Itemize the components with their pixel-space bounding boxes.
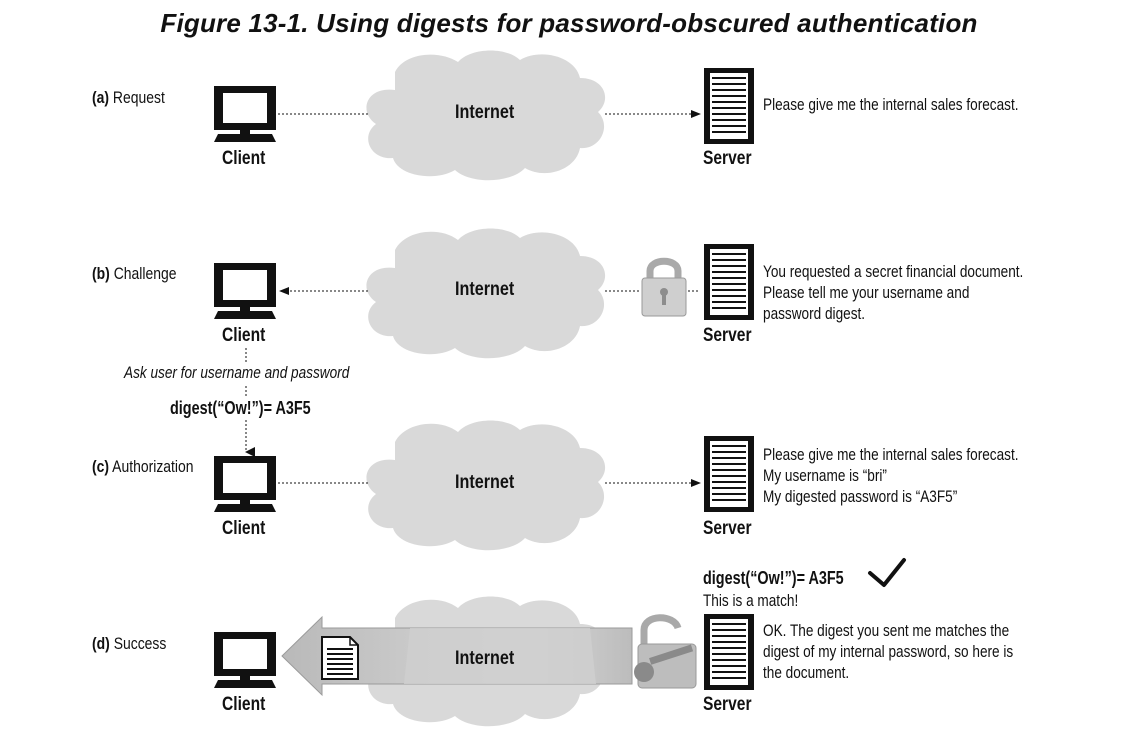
row-name: Success: [113, 634, 167, 653]
server-message: Please give me the internal sales foreca…: [763, 95, 1019, 114]
client-computer-icon-c: [214, 456, 276, 512]
row-letter: (b): [92, 264, 110, 283]
server-label: Server: [703, 518, 752, 539]
internet-label: Internet: [455, 472, 515, 493]
server-label: Server: [703, 148, 752, 169]
match-note: This is a match!: [703, 591, 799, 610]
row-name: Challenge: [113, 264, 177, 283]
row-label-request: (a) Request: [92, 88, 165, 108]
server-tower-icon-c: [704, 436, 754, 512]
row-name: Request: [112, 88, 165, 107]
server-message: You requested a secret financial documen…: [763, 262, 1024, 323]
server-tower-icon-d: [704, 614, 754, 690]
row-letter: (d): [92, 634, 110, 653]
internet-label: Internet: [455, 279, 515, 300]
ask-user-note: Ask user for username and password: [124, 363, 350, 382]
internet-label: Internet: [455, 648, 515, 669]
row-label-authorization: (c) Authorization: [92, 457, 194, 477]
server-message: OK. The digest you sent me matches the d…: [763, 621, 1014, 682]
server-digest: digest(“Ow!”)= A3F5: [703, 568, 844, 588]
internet-label: Internet: [455, 102, 515, 123]
client-digest: digest(“Ow!”)= A3F5: [170, 398, 311, 418]
server-label: Server: [703, 325, 752, 346]
client-computer-icon-b: [214, 263, 276, 319]
client-computer-icon-a: [214, 86, 276, 142]
client-label: Client: [222, 518, 266, 539]
document-icon: [321, 636, 359, 680]
client-label: Client: [222, 694, 266, 715]
client-label: Client: [222, 148, 266, 169]
row-label-challenge: (b) Challenge: [92, 264, 176, 284]
server-tower-icon-a: [704, 68, 754, 144]
server-message: Please give me the internal sales foreca…: [763, 445, 1019, 506]
server-tower-icon-b: [704, 244, 754, 320]
row-label-success: (d) Success: [92, 634, 166, 654]
row-name: Authorization: [112, 457, 194, 476]
figure-title: Figure 13-1. Using digests for password-…: [160, 8, 978, 38]
locked-padlock-icon: [641, 257, 687, 317]
client-computer-icon-d: [214, 632, 276, 688]
checkmark-icon: [868, 558, 906, 587]
server-label: Server: [703, 694, 752, 715]
row-letter: (a): [92, 88, 110, 107]
row-letter: (c): [92, 457, 110, 476]
client-label: Client: [222, 325, 266, 346]
